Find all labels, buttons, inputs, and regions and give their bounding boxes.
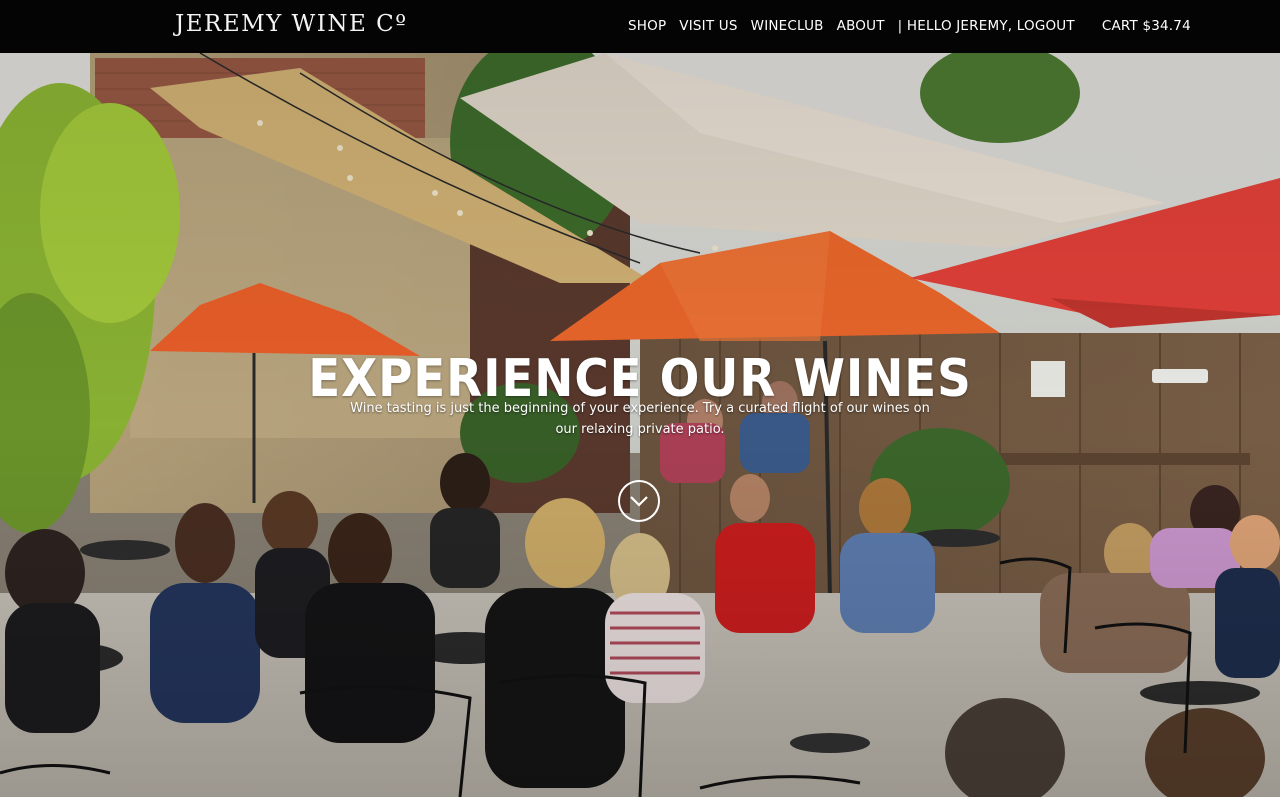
main-nav: SHOP VISIT US WINECLUB ABOUT | HELLO JER…	[628, 18, 1191, 34]
nav-visit-us-link[interactable]: VISIT US	[679, 18, 737, 34]
cart-link[interactable]: CART $34.74	[1102, 18, 1191, 34]
nav-wineclub-link[interactable]: WINECLUB	[751, 18, 824, 34]
hero-subtitle: Wine tasting is just the beginning of yo…	[350, 401, 930, 437]
scroll-down-button[interactable]	[618, 480, 660, 522]
nav-shop-link[interactable]: SHOP	[628, 18, 666, 34]
account-logout-link[interactable]: | HELLO JEREMY, LOGOUT	[898, 18, 1075, 34]
hero-section: EXPERIENCE OUR WINES Wine tasting is jus…	[0, 53, 1280, 797]
brand-logo[interactable]: JEREMY WINE Cº	[175, 11, 408, 37]
nav-about-link[interactable]: ABOUT	[837, 18, 885, 34]
chevron-down-icon	[630, 496, 648, 507]
top-navigation-bar: JEREMY WINE Cº SHOP VISIT US WINECLUB AB…	[0, 0, 1280, 53]
